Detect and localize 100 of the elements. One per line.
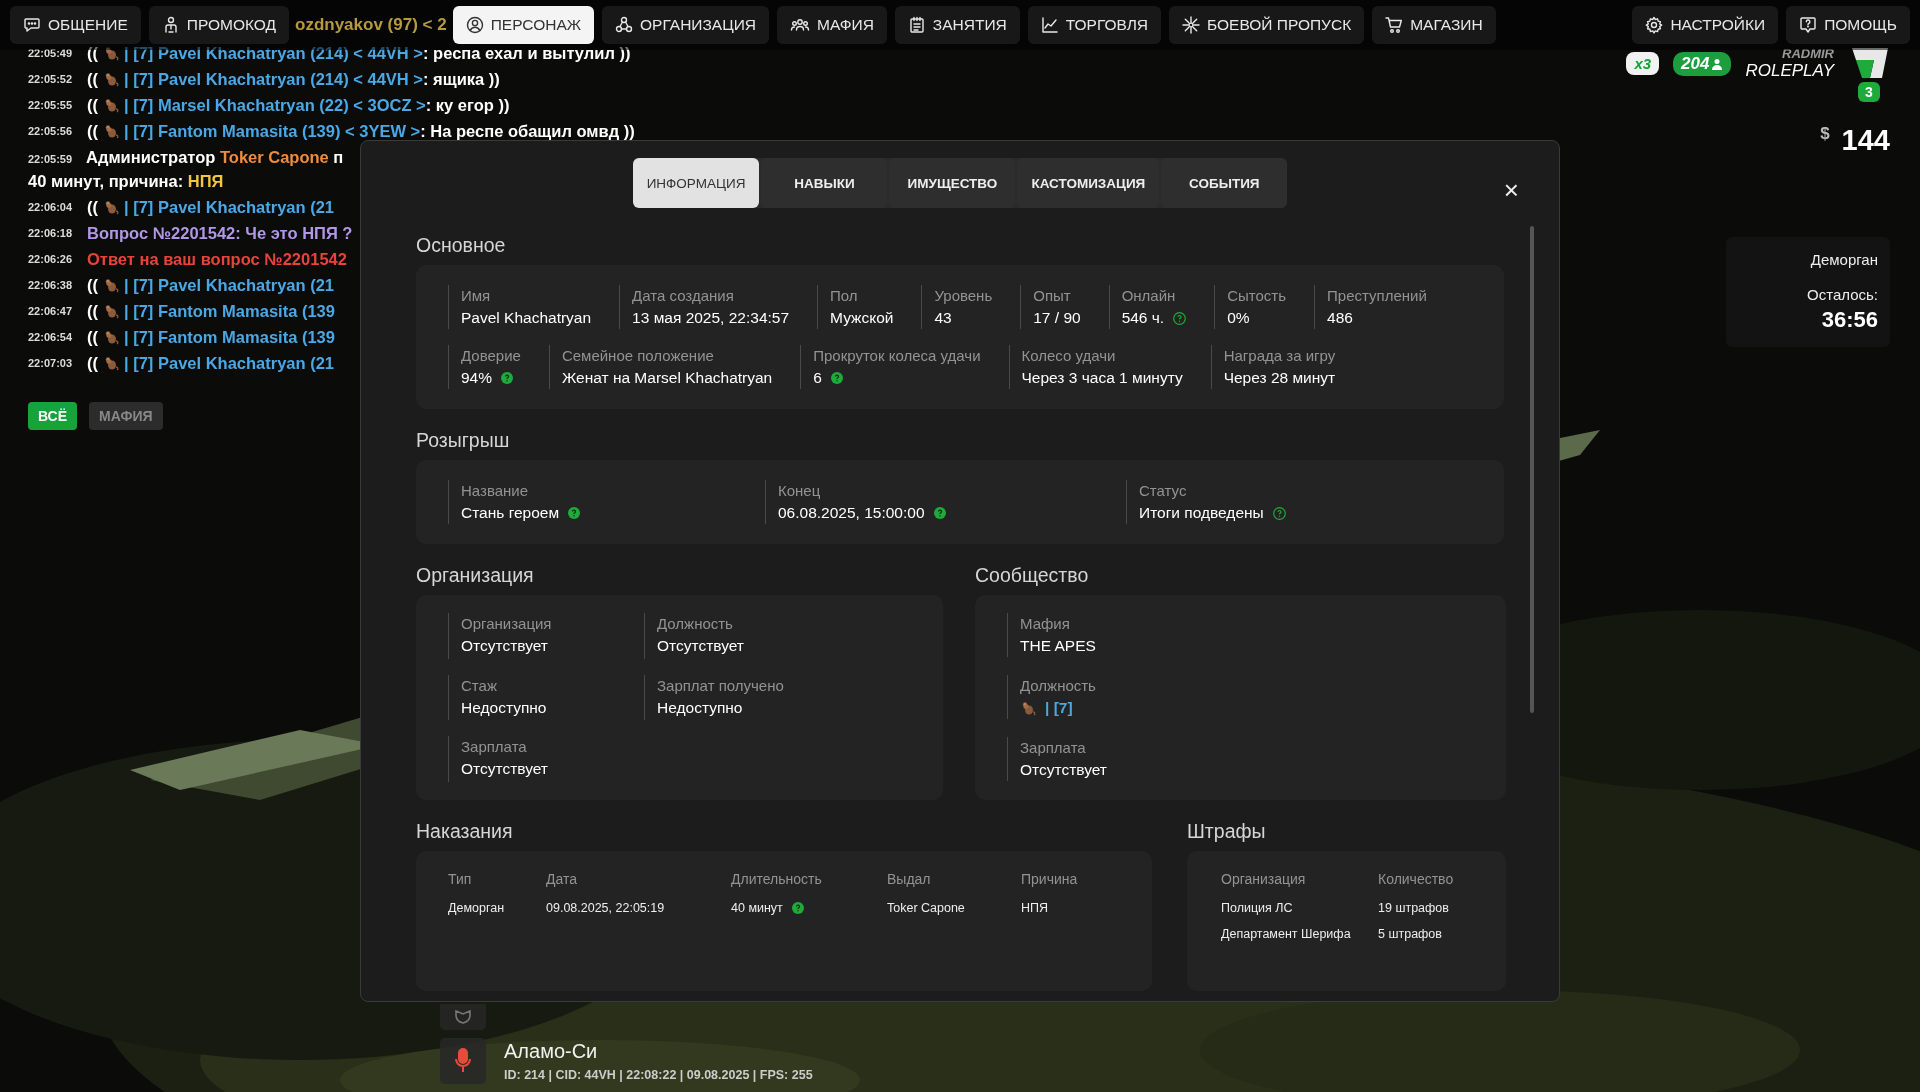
close-button[interactable]: ×: [1499, 177, 1523, 203]
monkey-icon: [103, 97, 119, 113]
column-header: Длительность: [731, 871, 823, 889]
section-title: Розыгрыш: [416, 429, 511, 452]
nav-tab[interactable]: МАФИЯ: [777, 6, 887, 44]
nav-tab[interactable]: БОЕВОЙ ПРОПУСК: [1169, 6, 1365, 44]
logo-text: RADMIR ROLEPLAY: [1745, 46, 1834, 81]
monkey-icon: [103, 277, 119, 293]
chat-timestamp: 22:05:56: [28, 124, 74, 139]
monkey-icon: [1020, 700, 1036, 716]
monkey-icon: [103, 123, 119, 139]
field-value: Отсутствует: [461, 760, 548, 779]
section-title: Основное: [416, 234, 507, 257]
shield-icon: [455, 1010, 471, 1024]
chat-filter-tab[interactable]: МАФИЯ: [89, 402, 163, 430]
help-icon[interactable]: [1173, 311, 1187, 325]
field-value: Недоступно: [461, 698, 547, 717]
monkey-icon: [103, 303, 119, 319]
table-cell: Деморган: [448, 901, 505, 915]
chat-timestamp: 22:05:59: [28, 152, 74, 167]
field-value: 13 мая 2025, 22:34:57: [632, 309, 790, 327]
nav-tab[interactable]: НАСТРОЙКИ: [1632, 6, 1779, 44]
field-label: Имя: [461, 287, 492, 304]
microphone-button[interactable]: [440, 1038, 486, 1084]
monkey-icon: [103, 355, 119, 371]
chat-bracket: ((: [87, 43, 98, 64]
help-icon[interactable]: [791, 902, 804, 914]
chat-message: | [7] Pavel Khachatryan (214) < 44VH >: респа ехал и вытулил )): [124, 43, 631, 64]
location-name: Аламо-Си: [504, 1040, 599, 1063]
section-title: Штрафы: [1187, 820, 1267, 843]
field-label: Колесо удачи: [1021, 347, 1117, 364]
table-cell: НПЯ: [1021, 901, 1049, 915]
online-badge: 204: [1673, 52, 1732, 76]
tab[interactable]: НАВЫКИ: [761, 158, 888, 208]
nav-tab[interactable]: ПРОМОКОД: [148, 6, 289, 44]
chat-message: Ответ на ваш вопрос №2201542: [87, 249, 347, 270]
chat-timestamp: 22:05:55: [28, 98, 74, 113]
field-label: Онлайн: [1121, 287, 1177, 304]
column-header: Дата: [546, 871, 731, 901]
column-header: Организация: [1221, 871, 1307, 889]
field-value: Отсутствует: [657, 637, 744, 655]
field-value: 6: [813, 369, 822, 387]
field-value: Через 28 минут: [1223, 369, 1336, 387]
status-timer: 36:56: [1821, 307, 1878, 333]
monkey-icon: [103, 45, 119, 61]
field-value: Через 3 часа 1 минуту: [1021, 369, 1183, 387]
tab[interactable]: КАСТОМИЗАЦИЯ: [1017, 158, 1160, 208]
help-icon[interactable]: [1272, 506, 1286, 520]
nav-tab[interactable]: ЗАНЯТИЯ: [894, 6, 1020, 44]
monkey-icon: [103, 199, 119, 215]
tab[interactable]: ИНФОРМАЦИЯ: [632, 158, 760, 208]
chat-bracket: ((: [87, 275, 98, 296]
notepad-icon: [907, 16, 926, 34]
nav-tab[interactable]: МАГАЗИН: [1372, 6, 1496, 44]
chat-timestamp: 22:06:54: [28, 330, 74, 345]
chat-bracket: ((: [87, 121, 98, 142]
chat-message: | [7] Pavel Khachatryan (214) < 44VH >: ящика )): [124, 69, 500, 90]
chat-message: 40 минут, причина: НПЯ: [28, 171, 224, 192]
field-value: Женат на Marsel Khachatryan: [561, 369, 773, 387]
field-label: Доверие: [461, 347, 521, 364]
help-icon[interactable]: [568, 507, 581, 519]
nav-tab[interactable]: ПОМОЩЬ: [1786, 6, 1910, 44]
tab[interactable]: ИМУЩЕСТВО: [889, 158, 1016, 208]
chat-bracket: ((: [87, 301, 98, 322]
field-label: Должность: [1020, 677, 1096, 694]
tab[interactable]: СОБЫТИЯ: [1161, 158, 1288, 208]
chat-message: | [7] Marsel Khachatryan (22) < 3OCZ >: ку егор )): [124, 95, 510, 116]
field-label: Опыт: [1033, 287, 1072, 304]
network-icon: [615, 16, 634, 34]
field-label: Награда за игру: [1223, 347, 1336, 364]
field-label: Название: [461, 482, 530, 499]
table-cell: 40 минут: [731, 901, 783, 915]
chat-timestamp: 22:05:52: [28, 72, 74, 87]
table-cell: Департамент Шерифа: [1221, 927, 1351, 941]
chat-message: | [7] Pavel Khachatryan (21: [124, 197, 335, 218]
help-icon[interactable]: [933, 507, 946, 519]
help-icon[interactable]: [501, 372, 514, 384]
chat-bubble-icon: [23, 16, 41, 34]
nav-tab[interactable]: ОБЩЕНИЕ: [10, 6, 141, 44]
chat-message: | [7] Fantom Mamasita (139) < 3YEW >: На респе обащил омвд )): [124, 121, 635, 142]
help-icon: [1799, 16, 1818, 34]
field-label: Пол: [830, 287, 859, 304]
field-value: 0%: [1227, 309, 1250, 327]
field-value: 17 / 90: [1033, 309, 1081, 327]
field-label: Организация: [461, 615, 552, 632]
field-label: Зарплат получено: [657, 676, 784, 694]
status-title: Деморган: [1810, 251, 1878, 268]
field-value: Мужской: [830, 309, 894, 327]
nav-tab[interactable]: ОРГАНИЗАЦИЯ: [602, 6, 769, 44]
monkey-icon: [103, 329, 119, 345]
table-cell: 5 штрафов: [1378, 927, 1442, 941]
field-label: Конец: [778, 482, 822, 499]
nav-tab[interactable]: ПЕРСОНАЖ: [452, 6, 595, 44]
field-label: Стаж: [461, 676, 498, 694]
scrollbar-thumb[interactable]: [1530, 226, 1534, 713]
help-icon[interactable]: [830, 372, 843, 384]
shield-button[interactable]: [440, 1004, 486, 1030]
chat-bracket: ((: [87, 69, 98, 90]
nav-tab[interactable]: ТОРГОВЛЯ: [1027, 6, 1162, 44]
field-value: 486: [1327, 309, 1353, 327]
